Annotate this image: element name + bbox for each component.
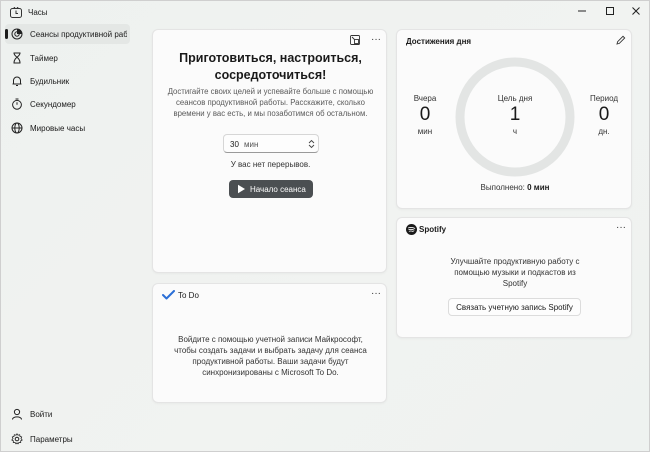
close-icon xyxy=(632,7,640,15)
settings-label: Параметры xyxy=(30,435,73,444)
duration-selector[interactable]: 30 мин xyxy=(223,134,319,153)
yesterday-unit: мин xyxy=(417,127,433,136)
daily-goal-stat: Цель дня 1 ч xyxy=(485,94,545,136)
focus-description: Достигайте своих целей и успевайте больш… xyxy=(153,86,388,119)
hourglass-icon xyxy=(13,52,21,64)
streak-stat: Период 0 дн. xyxy=(584,94,624,136)
clock-app-window: Часы Сеансы продуктивной работы Таймер xyxy=(0,0,650,452)
streak-unit: дн. xyxy=(598,127,610,136)
focus-description-line: сеансов продуктивной работы. Расскажите,… xyxy=(176,98,365,107)
completed-label: Выполнено: xyxy=(480,183,525,192)
link-spotify-button[interactable]: Связать учетную запись Spotify xyxy=(448,298,581,316)
start-session-label: Начало сеанса xyxy=(250,185,306,194)
daily-progress-title: Достижения дня xyxy=(406,37,472,46)
breaks-text: У вас нет перерывов. xyxy=(230,160,311,169)
spotify-description-line: помощью музыки и подкастов из xyxy=(454,268,576,277)
sidebar-item-label: Сеансы продуктивной работы xyxy=(30,30,127,39)
streak-value: 0 xyxy=(598,104,610,125)
more-options-button[interactable]: ··· xyxy=(371,289,381,299)
todo-check-icon xyxy=(162,290,175,300)
todo-card: To Do ··· Войдите с помощью учетной запи… xyxy=(152,283,387,403)
todo-title: To Do xyxy=(178,291,199,300)
sign-in-button[interactable]: Войти xyxy=(5,404,130,424)
spotify-card: Spotify ··· Улучшайте продуктивную работ… xyxy=(396,217,632,338)
focus-heading-line: Приготовиться, настроиться, xyxy=(179,51,362,65)
spotify-title: Spotify xyxy=(419,225,447,234)
play-icon xyxy=(238,184,245,194)
duration-unit: мин xyxy=(244,140,259,149)
sidebar-item-alarm[interactable]: Будильник xyxy=(5,71,130,91)
start-session-button[interactable]: Начало сеанса xyxy=(229,180,313,198)
sidebar-item-label: Секундомер xyxy=(30,100,76,109)
link-spotify-label: Связать учетную запись Spotify xyxy=(456,302,573,312)
focus-description-line: Достигайте своих целей и успевайте больш… xyxy=(167,87,374,96)
sidebar-item-label: Таймер xyxy=(30,54,58,63)
todo-description-line: Войдите с помощью учетной записи Майкрос… xyxy=(178,335,363,344)
todo-description: Войдите с помощью учетной записи Майкрос… xyxy=(153,334,388,378)
todo-description-line: чтобы создать задачи и выбрать задачу дл… xyxy=(174,346,367,355)
daily-goal-value: 1 xyxy=(509,104,521,125)
focus-heading: Приготовиться, настроиться, сосредоточит… xyxy=(153,50,388,84)
yesterday-stat: Вчера 0 мин xyxy=(405,94,445,136)
completed-value: 0 мин xyxy=(527,183,550,192)
daily-progress-card: Достижения дня Вчера 0 мин Цель дня 1 ч … xyxy=(396,29,632,209)
spotify-description-line: Spotify xyxy=(502,279,528,288)
navigation-sidebar: Сеансы продуктивной работы Таймер Будиль… xyxy=(1,1,132,452)
settings-button[interactable]: Параметры xyxy=(5,429,130,449)
spin-arrows-icon xyxy=(308,139,315,149)
sign-in-label: Войти xyxy=(30,410,53,419)
gear-icon xyxy=(11,433,23,445)
duration-value: 30 xyxy=(230,140,239,149)
sidebar-item-label: Будильник xyxy=(30,77,70,86)
minimize-button[interactable] xyxy=(567,1,597,21)
daily-goal-unit: ч xyxy=(512,127,518,136)
todo-description-line: продуктивной работы. Ваши задачи будут xyxy=(192,357,349,366)
sidebar-item-focus-sessions[interactable]: Сеансы продуктивной работы xyxy=(5,24,130,44)
sidebar-item-world-clock[interactable]: Мировые часы xyxy=(5,118,130,138)
globe-icon xyxy=(11,122,23,134)
bell-icon xyxy=(12,76,22,86)
yesterday-label: Вчера xyxy=(413,94,437,103)
person-icon xyxy=(12,408,22,420)
yesterday-value: 0 xyxy=(419,104,431,125)
edit-pencil-icon[interactable] xyxy=(616,35,626,45)
daily-goal-label: Цель дня xyxy=(497,94,533,103)
maximize-icon xyxy=(606,7,614,15)
sidebar-item-label: Мировые часы xyxy=(30,124,86,133)
minimize-icon xyxy=(578,10,586,12)
spotify-logo-icon xyxy=(406,224,417,235)
stopwatch-icon xyxy=(12,98,22,110)
focus-heading-line: сосредоточиться! xyxy=(214,68,327,82)
streak-label: Период xyxy=(589,94,619,103)
spotify-description-line: Улучшайте продуктивную работу с xyxy=(450,257,580,266)
more-options-button[interactable]: ··· xyxy=(616,223,626,233)
focus-description-line: времени у вас есть, и мы позаботимся об … xyxy=(173,109,368,118)
spotify-description: Улучшайте продуктивную работу с помощью … xyxy=(397,256,633,289)
more-options-button[interactable]: ··· xyxy=(371,35,381,45)
focus-icon xyxy=(11,28,23,40)
close-button[interactable] xyxy=(621,1,650,21)
focus-session-card: ··· Приготовиться, настроиться, сосредот… xyxy=(152,29,387,273)
todo-description-line: синхронизированы с Microsoft To Do. xyxy=(202,368,339,377)
sidebar-item-timer[interactable]: Таймер xyxy=(5,48,130,68)
compact-overlay-icon[interactable] xyxy=(350,35,360,45)
sidebar-item-stopwatch[interactable]: Секундомер xyxy=(5,94,130,114)
completed-row: Выполнено: 0 мин xyxy=(397,183,633,192)
